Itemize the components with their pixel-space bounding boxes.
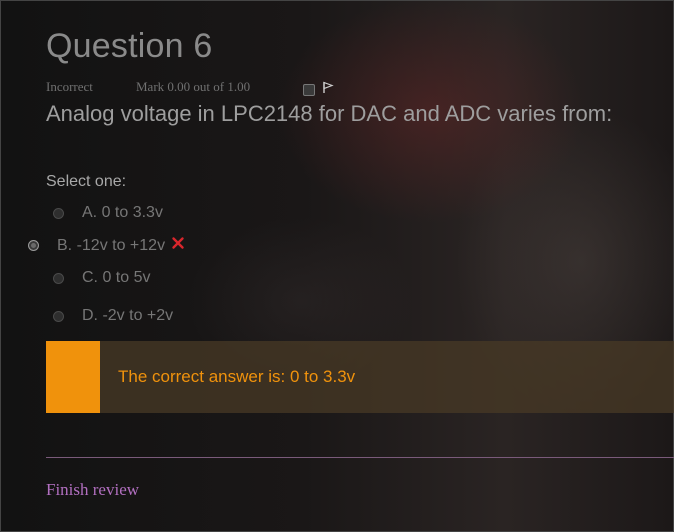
option-a-label: A. 0 to 3.3v — [82, 204, 163, 221]
option-c[interactable]: C. 0 to 5v — [53, 269, 150, 287]
radio-option-c[interactable] — [53, 272, 64, 284]
correct-answer-text: The correct answer is: 0 to 3.3v — [118, 367, 356, 386]
option-d[interactable]: D. -2v to +2v — [53, 307, 173, 325]
question-review: Question 6 Incorrect Mark 0.00 out of 1.… — [1, 1, 674, 531]
question-title: Question 6 — [46, 27, 213, 65]
radio-option-d[interactable] — [53, 310, 64, 322]
cross-icon — [171, 236, 185, 255]
flag-question-checkbox[interactable] — [303, 84, 315, 96]
finish-review-link[interactable]: Finish review — [46, 480, 139, 500]
question-mark: Mark 0.00 out of 1.00 — [136, 79, 251, 94]
radio-option-b[interactable] — [28, 240, 39, 251]
select-one-label: Select one: — [46, 173, 127, 190]
question-text: Analog voltage in LPC2148 for DAC and AD… — [46, 101, 613, 126]
feedback-accent-bar — [46, 341, 100, 413]
correct-answer-feedback: The correct answer is: 0 to 3.3v — [46, 341, 674, 413]
divider — [46, 457, 674, 458]
option-b-label: B. -12v to +12v — [57, 236, 166, 254]
radio-option-a[interactable] — [53, 207, 64, 219]
question-status: Incorrect — [46, 79, 93, 94]
option-b[interactable]: B. -12v to +12v — [28, 236, 185, 255]
option-c-label: C. 0 to 5v — [82, 269, 151, 286]
option-a[interactable]: A. 0 to 3.3v — [53, 204, 163, 222]
option-d-label: D. -2v to +2v — [82, 307, 174, 324]
flag-icon[interactable] — [322, 81, 334, 99]
